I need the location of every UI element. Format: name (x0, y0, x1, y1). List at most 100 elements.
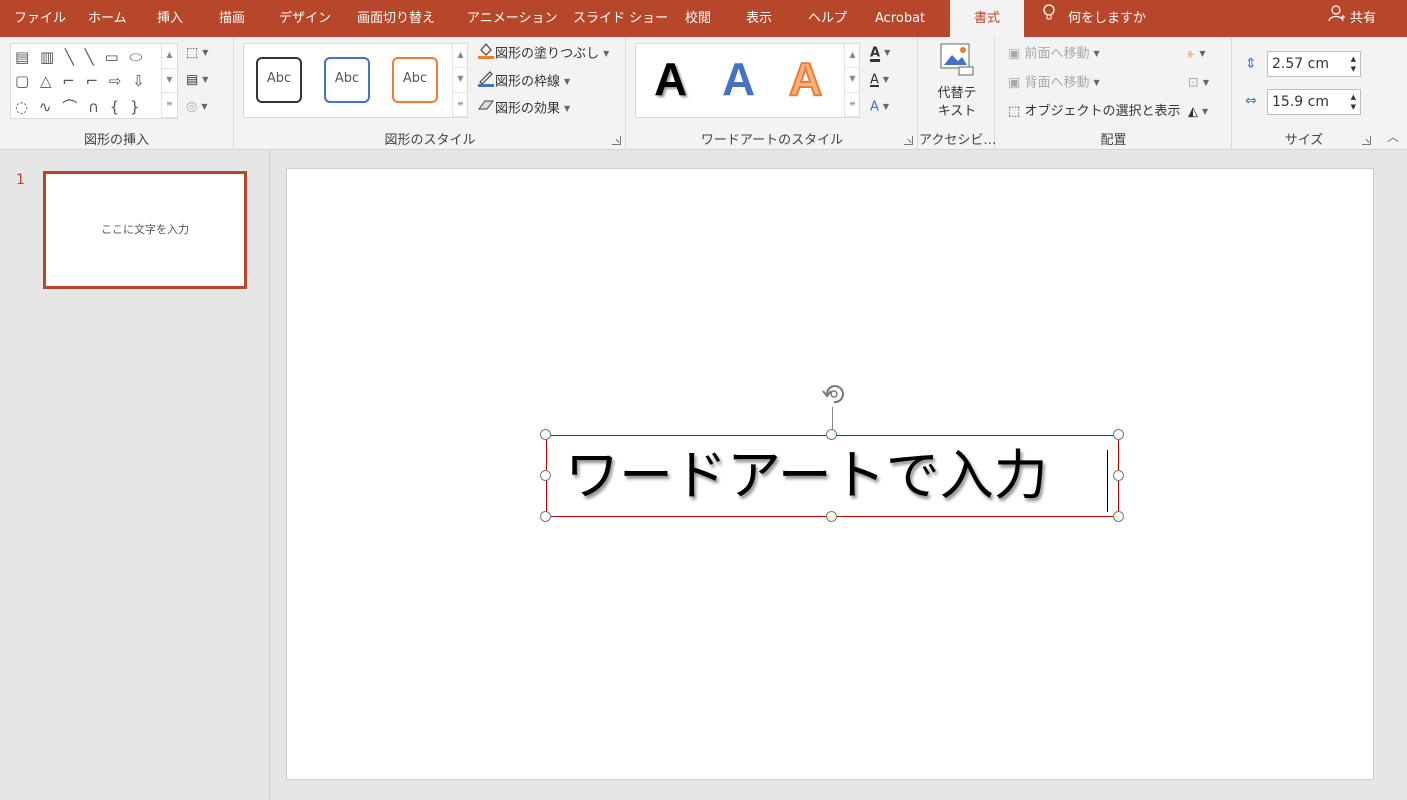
text-box-icon: ▤ (186, 72, 199, 88)
selection-pane-icon: ⬚ (1008, 104, 1021, 119)
wordart-style-sample[interactable]: A (654, 52, 687, 106)
shapes-gallery-scroll[interactable]: ▲ ▼ ≡ (161, 44, 177, 118)
tab-transitions[interactable]: 画面切り替え (357, 0, 435, 37)
resize-handle-left[interactable] (540, 470, 551, 481)
shape-outline-button[interactable]: 図形の枠線 ▼ (477, 69, 570, 91)
bring-forward-label: 前面へ移動 (1024, 46, 1090, 62)
text-fill-button[interactable]: A ▼ (870, 42, 890, 64)
bring-forward-icon: ▣ (1008, 46, 1021, 62)
text-outline-button[interactable]: A ▼ (870, 69, 889, 91)
resize-handle-top-left[interactable] (540, 429, 551, 440)
scroll-up-icon[interactable]: ▲ (453, 44, 468, 69)
shape-height-input[interactable]: 2.57 cm ▲ ▼ (1267, 51, 1361, 77)
share-button[interactable]: 共有 (1328, 0, 1376, 37)
tab-review[interactable]: 校閲 (685, 0, 711, 37)
selection-pane-button[interactable]: ⬚ オブジェクトの選択と表示 (1008, 101, 1180, 123)
resize-handle-top[interactable] (826, 429, 837, 440)
tab-animations[interactable]: アニメーション (467, 0, 557, 37)
shape-style-sample[interactable]: Abc (324, 57, 370, 103)
gallery-more-icon[interactable]: ≡ (453, 93, 468, 117)
shape-outline-label: 図形の枠線 (495, 74, 561, 90)
shapes-row-3[interactable]: ◌ ∿ ⌒ ∩ { } (15, 96, 143, 117)
tab-help[interactable]: ヘルプ (808, 0, 847, 37)
text-effects-button[interactable]: A ▼ (870, 96, 889, 118)
tab-draw[interactable]: 描画 (219, 0, 245, 37)
rotate-handle-icon[interactable] (819, 379, 849, 409)
slide-thumbnail[interactable]: ここに文字を入力 (43, 171, 247, 289)
gallery-more-icon[interactable]: ≡ (162, 93, 177, 118)
wordart-styles-scroll[interactable]: ▲ ▼ ≡ (844, 44, 860, 117)
send-backward-button[interactable]: ▣ 背面へ移動 ▼ (1008, 72, 1100, 94)
shape-style-sample[interactable]: Abc (392, 57, 438, 103)
merge-shapes-icon: ◎ (186, 99, 198, 115)
bring-forward-button[interactable]: ▣ 前面へ移動 ▼ (1008, 43, 1100, 65)
person-icon (1328, 0, 1346, 37)
tab-slideshow[interactable]: スライド ショー (573, 0, 668, 37)
shapes-gallery[interactable]: ▤ ▥ ╲ ╲ ▭ ⬭ ▢ △ ⌐ ⌐ ⇨ ⇩ ◌ ∿ ⌒ ∩ { } ▲ ▼ … (10, 43, 178, 119)
scroll-down-icon[interactable]: ▼ (453, 68, 468, 93)
tab-format[interactable]: 書式 (950, 0, 1024, 37)
tell-me-box[interactable]: 何をしますか (1042, 0, 1146, 37)
merge-shapes-button[interactable]: ◎ ▼ (186, 96, 208, 118)
shape-styles-launcher[interactable] (612, 136, 621, 145)
tab-insert[interactable]: 挿入 (157, 0, 183, 37)
group-arrange: ▣ 前面へ移動 ▼ ▣ 背面へ移動 ▼ ⬚ オブジェクトの選択と表示 ⫦ ▼ ⊡ ▼ ◭… (996, 37, 1232, 150)
text-fill-icon: A (870, 45, 881, 61)
scroll-down-icon[interactable]: ▼ (845, 68, 860, 93)
shape-styles-scroll[interactable]: ▲ ▼ ≡ (452, 44, 468, 117)
lightbulb-icon (1042, 0, 1056, 37)
group-accessibility: 代替テ キスト アクセシビ… (919, 37, 996, 150)
tab-view[interactable]: 表示 (746, 0, 772, 37)
wordart-styles-launcher[interactable] (904, 136, 913, 145)
resize-handle-right[interactable] (1113, 470, 1124, 481)
group-wordart-styles: A A A ▲ ▼ ≡ A ▼ A ▼ A ▼ ワードアートのスタイル (627, 37, 918, 150)
collapse-ribbon-icon[interactable]: ︿ (1387, 128, 1399, 145)
wordart-text[interactable]: ワードアートで入力 (565, 438, 1048, 514)
wordart-styles-gallery[interactable]: A A A ▲ ▼ ≡ (635, 43, 860, 118)
shape-styles-gallery[interactable]: Abc Abc Abc ▲ ▼ ≡ (243, 43, 468, 118)
tab-home[interactable]: ホーム (88, 0, 127, 37)
group-objects-button[interactable]: ⊡ ▼ (1188, 72, 1209, 94)
ribbon: ▤ ▥ ╲ ╲ ▭ ⬭ ▢ △ ⌐ ⌐ ⇨ ⇩ ◌ ∿ ⌒ ∩ { } ▲ ▼ … (0, 37, 1407, 150)
shape-width-input[interactable]: 15.9 cm ▲ ▼ (1267, 89, 1361, 115)
shape-effects-button[interactable]: 図形の効果 ▼ (477, 97, 570, 119)
scroll-down-icon[interactable]: ▼ (162, 69, 177, 94)
shapes-row-2[interactable]: ▢ △ ⌐ ⌐ ⇨ ⇩ (15, 72, 148, 90)
edit-shape-icon: ⬚ (186, 45, 199, 61)
alt-text-icon (939, 41, 975, 77)
selection-pane-label: オブジェクトの選択と表示 (1024, 104, 1181, 119)
slide-canvas[interactable]: ワードアートで入力 (286, 168, 1374, 780)
align-button[interactable]: ⫦ ▼ (1188, 43, 1206, 65)
scroll-up-icon[interactable]: ▲ (845, 44, 860, 69)
resize-handle-top-right[interactable] (1113, 429, 1124, 440)
slide-number: 1 (16, 172, 25, 188)
resize-handle-bottom-right[interactable] (1113, 511, 1124, 522)
width-spinner-icon[interactable]: ▲ ▼ (1351, 92, 1356, 112)
wordart-style-sample[interactable]: A (722, 52, 755, 106)
shape-fill-button[interactable]: 図形の塗りつぶし ▼ (477, 41, 609, 63)
text-box-button[interactable]: ▤ ▼ (186, 69, 208, 91)
tab-acrobat[interactable]: Acrobat (875, 0, 925, 37)
alt-text-button[interactable]: 代替テ キスト (925, 41, 989, 121)
edit-shape-button[interactable]: ⬚ ▼ (186, 42, 208, 64)
size-launcher[interactable] (1362, 136, 1371, 145)
resize-handle-bottom-left[interactable] (540, 511, 551, 522)
alt-text-label-line1: 代替テ (937, 86, 977, 101)
height-spinner-icon[interactable]: ▲ ▼ (1351, 54, 1356, 74)
tab-file[interactable]: ファイル (14, 0, 66, 37)
text-cursor (1107, 450, 1108, 512)
tab-design[interactable]: デザイン (279, 0, 331, 37)
group-insert-shapes: ▤ ▥ ╲ ╲ ▭ ⬭ ▢ △ ⌐ ⌐ ⇨ ⇩ ◌ ∿ ⌒ ∩ { } ▲ ▼ … (0, 37, 234, 150)
gallery-more-icon[interactable]: ≡ (845, 93, 860, 117)
shape-height-value: 2.57 cm (1272, 56, 1329, 72)
wordart-textbox[interactable]: ワードアートで入力 (546, 435, 1119, 517)
rotate-icon: ◭ (1188, 104, 1198, 120)
wordart-style-sample[interactable]: A (788, 52, 823, 106)
shape-width-value: 15.9 cm (1272, 94, 1329, 110)
rotate-button[interactable]: ◭ ▼ (1188, 101, 1208, 123)
shape-style-sample[interactable]: Abc (256, 57, 302, 103)
group-label-arrange: 配置 (1100, 133, 1127, 148)
shapes-row-1[interactable]: ▤ ▥ ╲ ╲ ▭ ⬭ (15, 48, 145, 66)
scroll-up-icon[interactable]: ▲ (162, 44, 177, 69)
resize-handle-bottom[interactable] (826, 511, 837, 522)
